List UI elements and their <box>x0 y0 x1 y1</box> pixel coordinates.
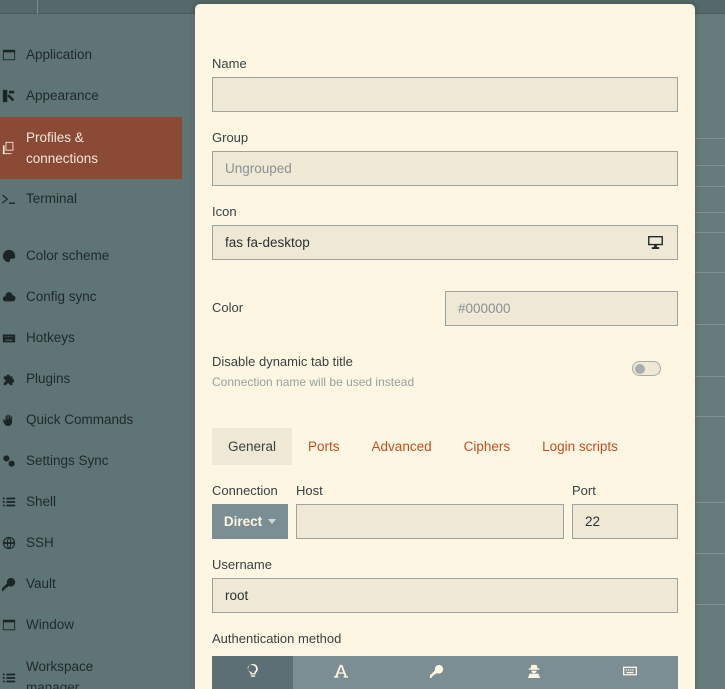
sidebar-item-label: Hotkeys <box>26 330 75 345</box>
edit-profile-modal: Name Group Ungrouped Icon fas fa-desktop… <box>195 4 695 689</box>
terminal-icon <box>2 191 24 207</box>
connection-mode-dropdown[interactable]: Direct <box>212 504 288 539</box>
icon-preview-button[interactable] <box>634 225 678 260</box>
tab-stub[interactable] <box>0 0 38 14</box>
sidebar-item-label: Terminal <box>26 191 78 206</box>
auth-option-password[interactable] <box>293 656 389 689</box>
sidebar-item-label: Shell <box>26 494 57 509</box>
lightbulb-icon <box>247 664 258 677</box>
tab-stub[interactable] <box>38 0 68 14</box>
sidebar-item-label: Plugins <box>26 371 71 386</box>
sidebar-item-hotkeys[interactable]: Hotkeys <box>0 327 182 348</box>
sidebar-item-label: Config sync <box>26 289 97 304</box>
tab-advanced[interactable]: Advanced <box>356 428 448 465</box>
host-input[interactable] <box>296 504 564 539</box>
username-input[interactable]: root <box>212 578 678 613</box>
keyboard-icon <box>2 330 24 346</box>
color-input[interactable]: #000000 <box>445 291 678 326</box>
user-secret-icon <box>527 664 540 678</box>
desktop-icon <box>648 236 663 249</box>
list-icon <box>2 494 24 510</box>
sidebar-item-application[interactable]: Application <box>0 44 182 65</box>
sidebar-item-workspace-manager[interactable]: Workspace manager <box>0 656 182 689</box>
sidebar-item-settings-sync[interactable]: Settings Sync <box>0 450 182 471</box>
sidebar-item-plugins[interactable]: Plugins <box>0 368 182 389</box>
auth-option-agent[interactable] <box>486 656 582 689</box>
sidebar-item-label: Profiles & connections <box>26 130 99 166</box>
group-input[interactable]: Ungrouped <box>212 151 678 186</box>
sidebar-item-label: Window <box>26 617 75 632</box>
auth-option-key[interactable] <box>389 656 485 689</box>
dynamic-title-label: Disable dynamic tab title <box>212 354 353 369</box>
globe-icon <box>2 535 24 551</box>
name-label: Name <box>212 56 247 71</box>
icon-label: Icon <box>212 204 237 219</box>
sidebar-item-label: Vault <box>26 576 56 591</box>
dynamic-title-toggle[interactable] <box>632 361 661 376</box>
profile-tabs: General Ports Advanced Ciphers Login scr… <box>212 428 634 465</box>
key-icon <box>430 664 444 678</box>
palette-icon <box>2 248 24 264</box>
dynamic-title-hint: Connection name will be used instead <box>212 375 415 389</box>
caret-down-icon <box>268 519 277 524</box>
sidebar-item-color-scheme[interactable]: Color scheme <box>0 245 182 266</box>
sidebar-item-label: Application <box>26 47 93 62</box>
auth-method-label: Authentication method <box>212 631 342 646</box>
sidebar-item-quick-commands[interactable]: Quick Commands <box>0 409 182 430</box>
sidebar-item-shell[interactable]: Shell <box>0 491 182 512</box>
sidebar-item-config-sync[interactable]: Config sync <box>0 286 182 307</box>
cogs-icon <box>2 453 24 469</box>
puzzle-icon <box>2 371 24 387</box>
window-icon <box>2 47 24 63</box>
font-icon <box>334 664 349 678</box>
connection-mode-value: Direct <box>223 514 263 529</box>
list-icon <box>2 670 24 686</box>
color-label: Color <box>212 300 244 315</box>
window-icon <box>2 617 24 633</box>
sidebar-item-label: Appearance <box>26 88 99 103</box>
host-label: Host <box>296 483 323 498</box>
tab-ciphers[interactable]: Ciphers <box>448 428 527 465</box>
sidebar-item-appearance[interactable]: Appearance <box>0 85 182 106</box>
sidebar-item-ssh[interactable]: SSH <box>0 532 182 553</box>
toggle-knob <box>635 364 645 374</box>
port-input[interactable]: 22 <box>572 504 678 539</box>
tab-login-scripts[interactable]: Login scripts <box>526 428 634 465</box>
name-input[interactable] <box>212 77 678 112</box>
auth-option-auto[interactable] <box>212 656 293 689</box>
hand-icon <box>2 412 24 428</box>
cloud-icon <box>2 289 24 305</box>
sidebar-item-label: SSH <box>26 535 54 550</box>
sidebar-item-vault[interactable]: Vault <box>0 573 182 594</box>
tab-ports[interactable]: Ports <box>292 428 356 465</box>
icon-input[interactable]: fas fa-desktop <box>212 225 635 260</box>
connection-label: Connection <box>212 483 278 498</box>
keyboard-icon <box>622 666 637 676</box>
copy-icon <box>2 140 24 156</box>
sidebar-item-label: Quick Commands <box>26 412 134 427</box>
sidebar-item-label: Settings Sync <box>26 453 109 468</box>
sidebar-item-profiles[interactable]: Profiles & connections <box>0 117 182 179</box>
sidebar-item-terminal[interactable]: Terminal <box>0 188 182 209</box>
auth-option-keyboard-interactive[interactable] <box>582 656 678 689</box>
paint-brush-icon <box>2 88 24 104</box>
tab-general[interactable]: General <box>212 428 293 465</box>
sidebar-item-label: Color scheme <box>26 248 110 263</box>
settings-sidebar: Application Appearance Profiles & connec… <box>0 14 192 689</box>
sidebar-item-window[interactable]: Window <box>0 614 182 635</box>
sidebar-item-label: Workspace manager <box>26 659 94 689</box>
username-label: Username <box>212 557 272 572</box>
key-icon <box>2 576 24 592</box>
group-label: Group <box>212 130 249 145</box>
auth-method-selector <box>212 656 678 689</box>
port-label: Port <box>572 483 596 498</box>
